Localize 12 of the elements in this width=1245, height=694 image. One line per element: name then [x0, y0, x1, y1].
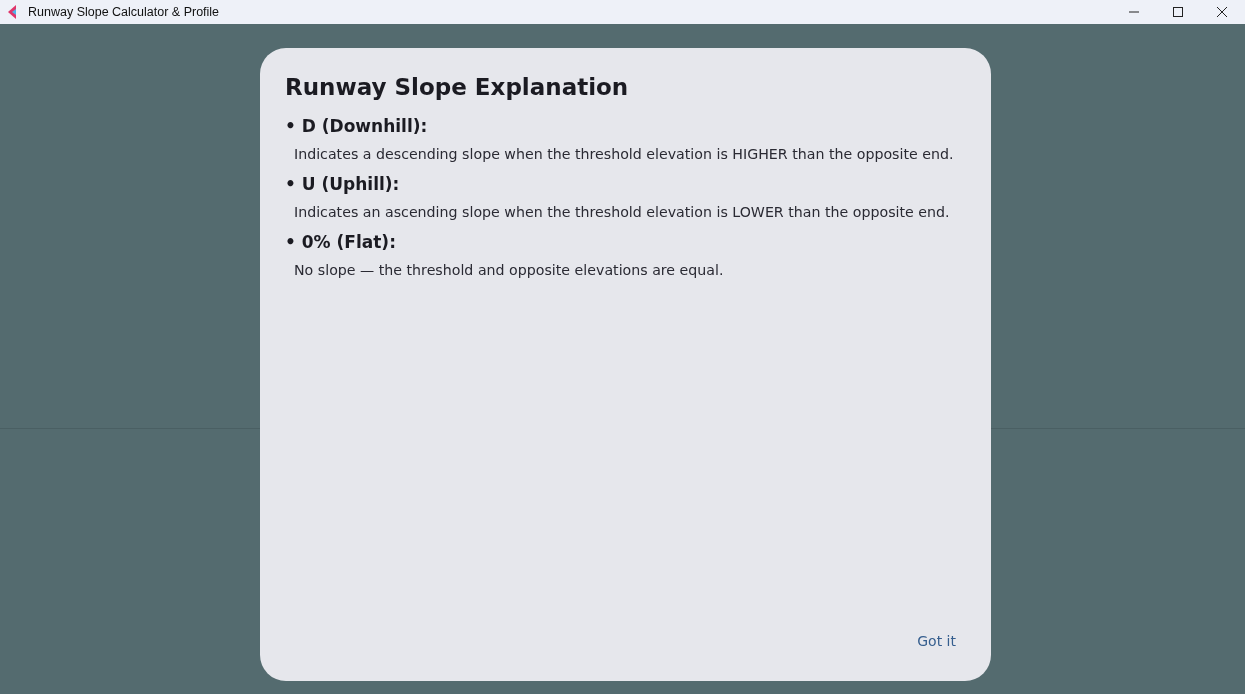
got-it-button[interactable]: Got it [906, 627, 967, 655]
window-title: Runway Slope Calculator & Profile [28, 5, 220, 19]
app-icon [6, 5, 18, 19]
term-description: Indicates an ascending slope when the threshold elevation is LOWER than the opposite end. [294, 204, 951, 220]
maximize-icon [1172, 6, 1184, 18]
term-heading: • 0% (Flat): [285, 232, 397, 252]
close-icon [1216, 6, 1228, 18]
dialog-title: Runway Slope Explanation [285, 74, 630, 100]
term-heading: • U (Uphill): [285, 174, 401, 194]
term-description: Indicates a descending slope when the threshold elevation is HIGHER than the opposite end. [294, 146, 955, 162]
term-heading: • D (Downhill): [285, 116, 429, 136]
term-description: No slope — the threshold and opposite elevations are equal. [294, 262, 725, 278]
